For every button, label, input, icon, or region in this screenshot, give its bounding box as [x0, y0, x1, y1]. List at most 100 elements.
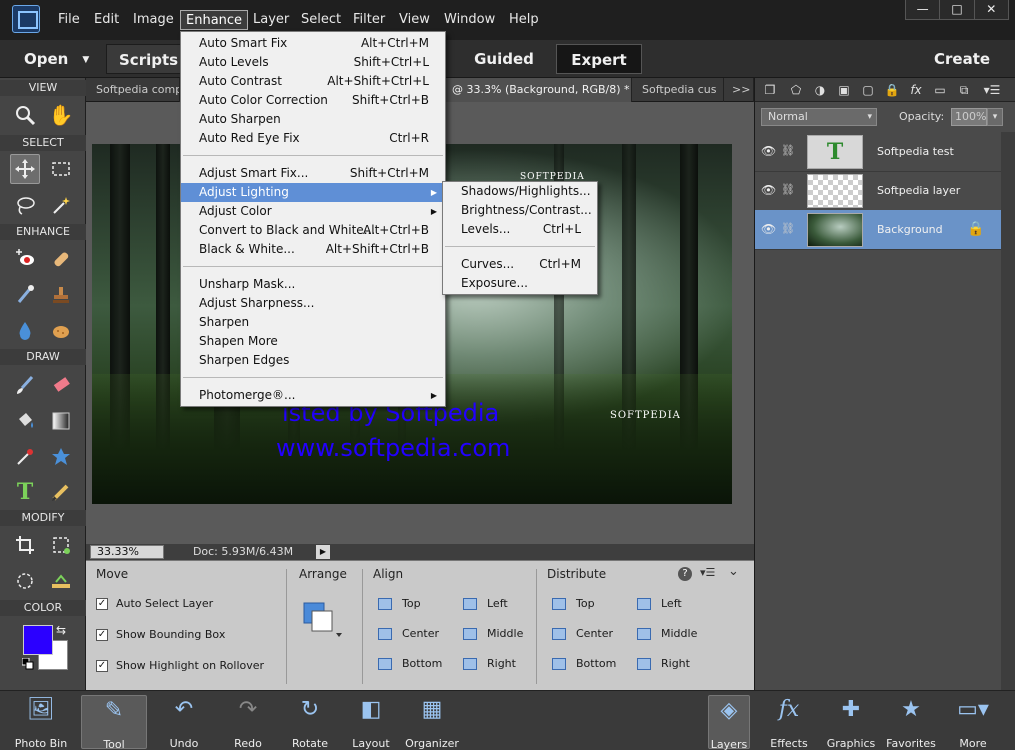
- show-bounding-box-checkbox[interactable]: ✓ Show Bounding Box: [96, 628, 225, 641]
- tab-overflow-icon[interactable]: >>: [726, 78, 754, 102]
- expert-mode-button[interactable]: Expert: [556, 44, 642, 74]
- pencil-tool-icon[interactable]: [46, 477, 76, 507]
- eyedropper-icon[interactable]: [10, 442, 40, 472]
- menu-item-adjust-smart-fix[interactable]: Adjust Smart Fix... Shift+Ctrl+M: [181, 164, 445, 183]
- menu-item-black-white[interactable]: Black & White... Alt+Shift+Ctrl+B: [181, 240, 445, 259]
- clone-stamp-icon[interactable]: [46, 280, 76, 310]
- more-button[interactable]: ▭▾ More: [940, 695, 1006, 750]
- gradient-tool-icon[interactable]: [46, 406, 76, 436]
- opacity-field[interactable]: 100%: [951, 108, 987, 126]
- menu-view[interactable]: View: [394, 10, 435, 30]
- healing-brush-icon[interactable]: [46, 244, 76, 274]
- menu-item-brightness-contrast[interactable]: Brightness/Contrast...: [443, 201, 597, 220]
- straighten-tool-icon[interactable]: [46, 566, 76, 596]
- close-button[interactable]: ✕: [975, 0, 1008, 19]
- default-colors-icon[interactable]: [21, 657, 34, 670]
- layer-row-softpedia-layer[interactable]: 👁 ⛓ Softpedia layer: [755, 171, 1001, 211]
- distribute-right-button[interactable]: Right: [635, 655, 690, 671]
- delete-layer-icon[interactable]: ⧉: [955, 82, 973, 98]
- visibility-eye-icon[interactable]: 👁: [761, 144, 777, 158]
- effects-button[interactable]: fx Effects: [756, 695, 822, 750]
- chevron-down-icon[interactable]: ⌄: [728, 564, 739, 579]
- lock-transparent-icon[interactable]: ▢: [859, 82, 877, 98]
- link-icon[interactable]: ⛓: [781, 222, 795, 236]
- menu-file[interactable]: File: [53, 10, 85, 30]
- menu-item-auto-red-eye-fix[interactable]: Auto Red Eye Fix Ctrl+R: [181, 129, 445, 148]
- auto-select-layer-checkbox[interactable]: ✓ Auto Select Layer: [96, 597, 213, 610]
- guided-mode-button[interactable]: Guided: [455, 44, 553, 74]
- tab-softpedia-comp[interactable]: Softpedia comp: [86, 78, 180, 102]
- hand-tool-icon[interactable]: ✋: [46, 100, 76, 130]
- layers-scrollbar[interactable]: [1001, 132, 1015, 690]
- open-button[interactable]: Open ▼: [8, 44, 98, 74]
- custom-shape-icon[interactable]: [46, 442, 76, 472]
- undo-button[interactable]: ↶ Undo: [151, 695, 217, 750]
- menu-image[interactable]: Image: [128, 10, 179, 30]
- rotate-button[interactable]: ↻ Rotate: [277, 695, 343, 750]
- graphics-button[interactable]: ✚ Graphics: [818, 695, 884, 750]
- align-bottom-button[interactable]: Bottom: [376, 655, 442, 671]
- align-left-button[interactable]: Left: [461, 595, 508, 611]
- align-top-button[interactable]: Top: [376, 595, 421, 611]
- sponge-tool-icon[interactable]: [46, 316, 76, 346]
- menu-item-adjust-lighting[interactable]: Adjust Lighting ▶: [181, 183, 445, 202]
- smart-brush-icon[interactable]: [10, 280, 40, 310]
- magic-wand-icon[interactable]: [46, 190, 76, 220]
- menu-item-shadows-highlights[interactable]: Shadows/Highlights...: [443, 182, 597, 201]
- layer-mask-icon[interactable]: ▣: [835, 82, 853, 98]
- red-eye-tool-icon[interactable]: [10, 244, 40, 274]
- blur-tool-icon[interactable]: [10, 316, 40, 346]
- layer-row-background[interactable]: 👁 ⛓ Background 🔒: [755, 210, 1001, 250]
- menu-item-auto-sharpen[interactable]: Auto Sharpen: [181, 110, 445, 129]
- menu-select[interactable]: Select: [296, 10, 346, 30]
- menu-item-sharpen-edges[interactable]: Sharpen Edges: [181, 351, 445, 370]
- distribute-bottom-button[interactable]: Bottom: [550, 655, 616, 671]
- distribute-left-button[interactable]: Left: [635, 595, 682, 611]
- menu-window[interactable]: Window: [439, 10, 500, 30]
- organizer-button[interactable]: ▦ Organizer: [399, 695, 465, 750]
- blend-mode-select[interactable]: Normal: [761, 108, 877, 126]
- menu-item-adjust-sharpness[interactable]: Adjust Sharpness...: [181, 294, 445, 313]
- type-tool-icon[interactable]: T: [10, 477, 40, 507]
- menu-item-levels[interactable]: Levels... Ctrl+L: [443, 220, 597, 239]
- tab-active-document[interactable]: @ 33.3% (Background, RGB/8) * ×: [442, 78, 632, 102]
- menu-item-auto-color-correction[interactable]: Auto Color Correction Shift+Ctrl+B: [181, 91, 445, 110]
- layer-row-text[interactable]: 👁 ⛓ T Softpedia test: [755, 132, 1001, 172]
- menu-help[interactable]: Help: [504, 10, 544, 30]
- new-layer-icon[interactable]: ❐: [761, 82, 779, 98]
- marquee-tool-icon[interactable]: [46, 154, 76, 184]
- menu-item-sharpen[interactable]: Sharpen: [181, 313, 445, 332]
- redo-button[interactable]: ↷ Redo: [215, 695, 281, 750]
- opacity-dropdown-icon[interactable]: ▾: [987, 108, 1003, 126]
- folder-icon[interactable]: ▭: [931, 82, 949, 98]
- paint-bucket-icon[interactable]: [10, 406, 40, 436]
- new-group-icon[interactable]: ⬠: [787, 82, 805, 98]
- zoom-level-field[interactable]: 33.33%: [90, 545, 164, 559]
- menu-item-auto-contrast[interactable]: Auto Contrast Alt+Shift+Ctrl+L: [181, 72, 445, 91]
- menu-item-photomerge[interactable]: Photomerge®... ▶: [181, 386, 445, 405]
- menu-item-adjust-color[interactable]: Adjust Color ▶: [181, 202, 445, 221]
- create-button[interactable]: Create▼: [920, 44, 1010, 95]
- menu-enhance[interactable]: Enhance: [180, 10, 249, 30]
- distribute-center-button[interactable]: Center: [550, 625, 613, 641]
- content-aware-move-icon[interactable]: [10, 566, 40, 596]
- menu-item-auto-smart-fix[interactable]: Auto Smart Fix Alt+Ctrl+M: [181, 34, 445, 53]
- lasso-tool-icon[interactable]: [10, 190, 40, 220]
- tab-softpedia-cus[interactable]: Softpedia cus: [632, 78, 724, 102]
- link-icon[interactable]: ⛓: [781, 183, 795, 197]
- menu-item-convert-bw[interactable]: Convert to Black and White... Alt+Ctrl+B: [181, 221, 445, 240]
- menu-filter[interactable]: Filter: [348, 10, 390, 30]
- lock-all-icon[interactable]: 🔒: [883, 82, 901, 98]
- recompose-tool-icon[interactable]: [46, 530, 76, 560]
- layer-style-icon[interactable]: fx: [907, 82, 925, 98]
- zoom-tool-icon[interactable]: [10, 100, 40, 130]
- menu-edit[interactable]: Edit: [89, 10, 124, 30]
- favorites-button[interactable]: ★ Favorites: [878, 695, 944, 750]
- align-right-button[interactable]: Right: [461, 655, 516, 671]
- panel-menu-icon[interactable]: ▾☰: [983, 82, 1001, 98]
- distribute-top-button[interactable]: Top: [550, 595, 595, 611]
- menu-item-auto-levels[interactable]: Auto Levels Shift+Ctrl+L: [181, 53, 445, 72]
- swap-colors-icon[interactable]: ⇆: [56, 623, 66, 637]
- options-menu-icon[interactable]: ▾☰: [700, 566, 715, 579]
- photo-bin-button[interactable]: 🖼 Photo Bin: [8, 695, 74, 750]
